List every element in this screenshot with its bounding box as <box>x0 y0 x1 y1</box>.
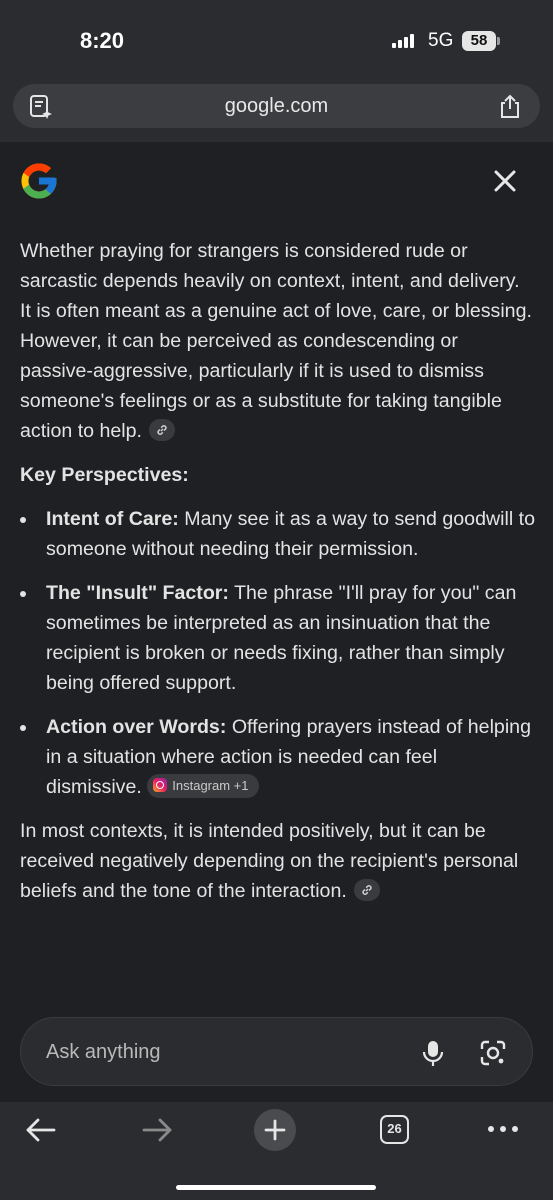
instagram-icon <box>153 777 168 792</box>
source-chip-label: Instagram +1 <box>172 777 249 793</box>
ask-placeholder[interactable]: Ask anything <box>46 1018 161 1087</box>
citation-link-chip[interactable] <box>354 878 381 901</box>
link-icon <box>157 424 168 435</box>
battery-tip <box>497 37 500 45</box>
bullet-title: The "Insult" Factor: <box>46 582 229 604</box>
key-perspectives-heading: Key Perspectives: <box>20 464 189 486</box>
citation-link-chip[interactable] <box>149 418 176 441</box>
battery-icon: 58 <box>462 31 496 51</box>
answer-conclusion: In most contexts, it is intended positiv… <box>20 816 535 906</box>
share-icon[interactable] <box>497 93 523 119</box>
list-item: Action over Words: Offering prayers inst… <box>20 712 535 802</box>
perspectives-list: Intent of Care: Many see it as a way to … <box>20 504 535 802</box>
answer-conclusion-text: In most contexts, it is intended positiv… <box>20 820 519 902</box>
answer-intro-text: Whether praying for strangers is conside… <box>20 240 532 442</box>
source-chip-instagram[interactable]: Instagram +1 <box>147 773 259 798</box>
bullet-title: Intent of Care: <box>46 508 179 530</box>
google-lens-icon[interactable] <box>479 1039 507 1067</box>
forward-arrow-icon[interactable] <box>142 1116 174 1144</box>
network-type: 5G <box>428 30 454 51</box>
status-time: 8:20 <box>80 28 125 53</box>
answer-intro: Whether praying for strangers is conside… <box>20 236 535 446</box>
list-item: Intent of Care: Many see it as a way to … <box>20 504 535 564</box>
tab-switcher-button[interactable]: 26 <box>380 1115 409 1144</box>
more-menu-icon[interactable] <box>486 1126 520 1134</box>
microphone-icon[interactable] <box>421 1039 445 1067</box>
address-bar[interactable]: google.com <box>13 84 540 128</box>
url-text[interactable]: google.com <box>13 84 540 128</box>
ai-answer: Whether praying for strangers is conside… <box>20 236 535 920</box>
new-tab-button[interactable] <box>254 1109 296 1151</box>
ask-input[interactable]: Ask anything <box>20 1017 533 1086</box>
link-icon <box>362 884 372 895</box>
home-indicator <box>176 1185 376 1190</box>
status-bar: 8:20 5G 58 <box>0 0 553 80</box>
back-arrow-icon[interactable] <box>24 1116 56 1144</box>
list-item: The "Insult" Factor: The phrase "I'll pr… <box>20 578 535 698</box>
signal-icon <box>392 34 418 48</box>
bullet-title: Action over Words: <box>46 716 227 738</box>
browser-top-chrome: 8:20 5G 58 google.com <box>0 0 553 142</box>
google-logo <box>21 163 57 199</box>
close-icon[interactable] <box>488 164 522 198</box>
page-summary-icon[interactable] <box>28 94 54 120</box>
plus-icon <box>264 1119 286 1141</box>
